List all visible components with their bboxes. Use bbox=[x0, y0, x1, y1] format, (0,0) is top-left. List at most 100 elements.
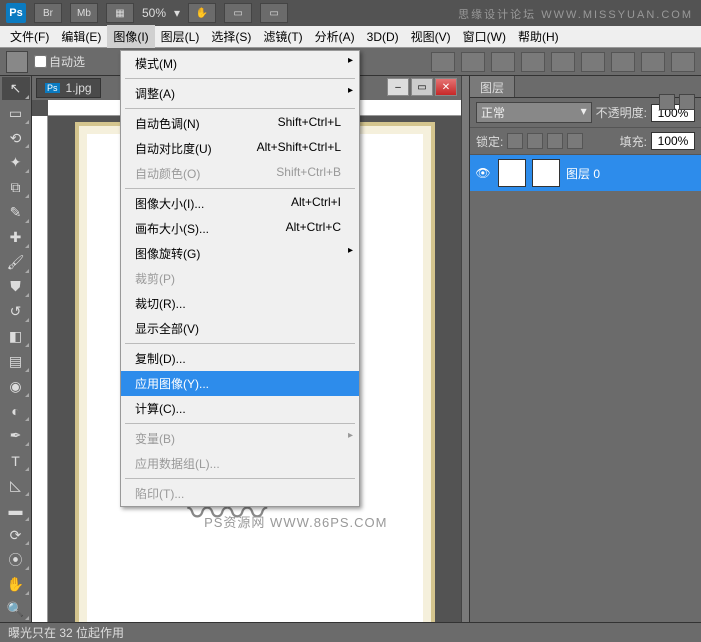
opacity-label: 不透明度: bbox=[596, 104, 647, 121]
menu-item[interactable]: 计算(C)... bbox=[121, 396, 359, 421]
lock-pixels-icon[interactable] bbox=[527, 133, 543, 149]
menu-item[interactable]: 图像大小(I)...Alt+Ctrl+I bbox=[121, 191, 359, 216]
mask-thumbnail[interactable] bbox=[532, 159, 560, 187]
doc-restore-button[interactable]: ▭ bbox=[411, 78, 433, 96]
menu-item[interactable]: 显示全部(V) bbox=[121, 316, 359, 341]
canvas-watermark: PS资源网 WWW.86PS.COM bbox=[204, 512, 387, 531]
screen-mode-button[interactable]: ▭ bbox=[260, 3, 288, 23]
menu-item[interactable]: 自动对比度(U)Alt+Shift+Ctrl+L bbox=[121, 136, 359, 161]
crop-tool[interactable]: ⧉ bbox=[2, 176, 30, 199]
menu-item[interactable]: 模式(M) bbox=[121, 51, 359, 76]
layer-thumbnail[interactable] bbox=[498, 159, 526, 187]
history-brush-tool[interactable]: ↺ bbox=[2, 300, 30, 323]
zoom-level[interactable]: 50% bbox=[142, 6, 166, 20]
menu-window[interactable]: 窗口(W) bbox=[457, 25, 512, 48]
align-icon[interactable] bbox=[581, 52, 605, 72]
zoom-dropdown-icon[interactable]: ▾ bbox=[174, 6, 180, 20]
eyedropper-tool[interactable]: ✎ bbox=[2, 201, 30, 224]
menu-3d[interactable]: 3D(D) bbox=[361, 27, 405, 47]
arrange-button[interactable]: ▭ bbox=[224, 3, 252, 23]
menu-select[interactable]: 选择(S) bbox=[205, 25, 257, 48]
pen-tool[interactable]: ✒ bbox=[2, 424, 30, 447]
marquee-tool[interactable]: ▭ bbox=[2, 102, 30, 125]
collapsed-panel-strip[interactable] bbox=[461, 76, 469, 622]
gradient-tool[interactable]: ▤ bbox=[2, 350, 30, 373]
zoom-tool[interactable]: 🔍 bbox=[2, 598, 30, 621]
hand-button[interactable]: ✋ bbox=[188, 3, 216, 23]
menu-layer[interactable]: 图层(L) bbox=[155, 25, 206, 48]
lock-all-icon[interactable] bbox=[567, 133, 583, 149]
blur-tool[interactable]: ◉ bbox=[2, 375, 30, 398]
layers-tab[interactable]: 图层 bbox=[470, 76, 515, 97]
panel-collapse-icon[interactable] bbox=[659, 94, 675, 110]
doc-minimize-button[interactable]: – bbox=[387, 78, 409, 96]
guides-button[interactable]: ▦ bbox=[106, 3, 134, 23]
menu-item[interactable]: 应用图像(Y)... bbox=[121, 371, 359, 396]
menu-view[interactable]: 视图(V) bbox=[405, 25, 457, 48]
ps-mini-icon: Ps bbox=[45, 83, 60, 93]
bridge-button[interactable]: Br bbox=[34, 3, 62, 23]
menubar: 文件(F) 编辑(E) 图像(I) 图层(L) 选择(S) 滤镜(T) 分析(A… bbox=[0, 26, 701, 48]
menu-item[interactable]: 调整(A) bbox=[121, 81, 359, 106]
align-icon[interactable] bbox=[641, 52, 665, 72]
menu-filter[interactable]: 滤镜(T) bbox=[257, 25, 308, 48]
layer-row[interactable]: 👁 图层 0 bbox=[470, 155, 701, 191]
menu-item[interactable]: 自动色调(N)Shift+Ctrl+L bbox=[121, 111, 359, 136]
watermark-text: 思缘设计论坛 WWW.MISSYUAN.COM bbox=[458, 6, 693, 22]
align-icon[interactable] bbox=[551, 52, 575, 72]
align-icon[interactable] bbox=[431, 52, 455, 72]
ruler-vertical bbox=[32, 116, 48, 622]
wand-tool[interactable]: ✦ bbox=[2, 151, 30, 174]
align-icon[interactable] bbox=[671, 52, 695, 72]
lock-transparent-icon[interactable] bbox=[507, 133, 523, 149]
menu-item: 裁剪(P) bbox=[121, 266, 359, 291]
fill-input[interactable]: 100% bbox=[651, 132, 695, 150]
align-icon[interactable] bbox=[521, 52, 545, 72]
align-icon[interactable] bbox=[461, 52, 485, 72]
3d-tool[interactable]: ⟳ bbox=[2, 524, 30, 547]
menu-item: 变量(B) bbox=[121, 426, 359, 451]
heal-tool[interactable]: ✚ bbox=[2, 226, 30, 249]
menu-item: 应用数据组(L)... bbox=[121, 451, 359, 476]
eraser-tool[interactable]: ◧ bbox=[2, 325, 30, 348]
brush-tool[interactable]: 🖌 bbox=[2, 251, 30, 274]
lasso-tool[interactable]: ⟲ bbox=[2, 127, 30, 150]
layer-name[interactable]: 图层 0 bbox=[566, 165, 600, 182]
menu-item[interactable]: 画布大小(S)...Alt+Ctrl+C bbox=[121, 216, 359, 241]
stamp-tool[interactable]: ⛊ bbox=[2, 276, 30, 299]
current-tool-icon[interactable] bbox=[6, 51, 28, 73]
doc-tab[interactable]: Ps 1.jpg bbox=[36, 78, 101, 98]
visibility-icon[interactable]: 👁 bbox=[474, 164, 492, 182]
lock-position-icon[interactable] bbox=[547, 133, 563, 149]
menu-help[interactable]: 帮助(H) bbox=[512, 25, 565, 48]
menu-image[interactable]: 图像(I) bbox=[107, 25, 154, 48]
panel-menu-icon[interactable] bbox=[679, 94, 695, 110]
move-tool[interactable]: ↖ bbox=[2, 77, 30, 100]
hand-tool[interactable]: ✋ bbox=[2, 573, 30, 596]
menu-analysis[interactable]: 分析(A) bbox=[309, 25, 361, 48]
blend-mode-select[interactable]: 正常▾ bbox=[476, 102, 592, 123]
lock-label: 锁定: bbox=[476, 133, 503, 150]
menu-item[interactable]: 裁切(R)... bbox=[121, 291, 359, 316]
path-tool[interactable]: ◺ bbox=[2, 474, 30, 497]
shape-tool[interactable]: ▬ bbox=[2, 499, 30, 522]
layer-list: 👁 图层 0 bbox=[470, 155, 701, 622]
menu-edit[interactable]: 编辑(E) bbox=[55, 25, 107, 48]
align-icon[interactable] bbox=[491, 52, 515, 72]
dodge-tool[interactable]: ◐ bbox=[2, 400, 30, 423]
toolbox: ↖ ▭ ⟲ ✦ ⧉ ✎ ✚ 🖌 ⛊ ↺ ◧ ▤ ◉ ◐ ✒ T ◺ ▬ ⟳ ⦿ … bbox=[0, 76, 32, 622]
type-tool[interactable]: T bbox=[2, 449, 30, 472]
3d-camera-tool[interactable]: ⦿ bbox=[2, 548, 30, 571]
chevron-down-icon: ▾ bbox=[581, 104, 587, 121]
menu-item[interactable]: 复制(D)... bbox=[121, 346, 359, 371]
menu-item: 陷印(T)... bbox=[121, 481, 359, 506]
align-icon[interactable] bbox=[611, 52, 635, 72]
menu-file[interactable]: 文件(F) bbox=[4, 25, 55, 48]
doc-close-button[interactable]: ✕ bbox=[435, 78, 457, 96]
menu-item[interactable]: 图像旋转(G) bbox=[121, 241, 359, 266]
minibridge-button[interactable]: Mb bbox=[70, 3, 98, 23]
ps-logo: Ps bbox=[6, 3, 26, 23]
panels: 图层 正常▾ 不透明度: 100% 锁定: 填充: 100% 👁 图层 0 bbox=[469, 76, 701, 622]
image-menu-dropdown: 模式(M) 调整(A) 自动色调(N)Shift+Ctrl+L自动对比度(U)Alt… bbox=[120, 50, 360, 507]
auto-select-check[interactable]: 自动选 bbox=[34, 53, 85, 70]
